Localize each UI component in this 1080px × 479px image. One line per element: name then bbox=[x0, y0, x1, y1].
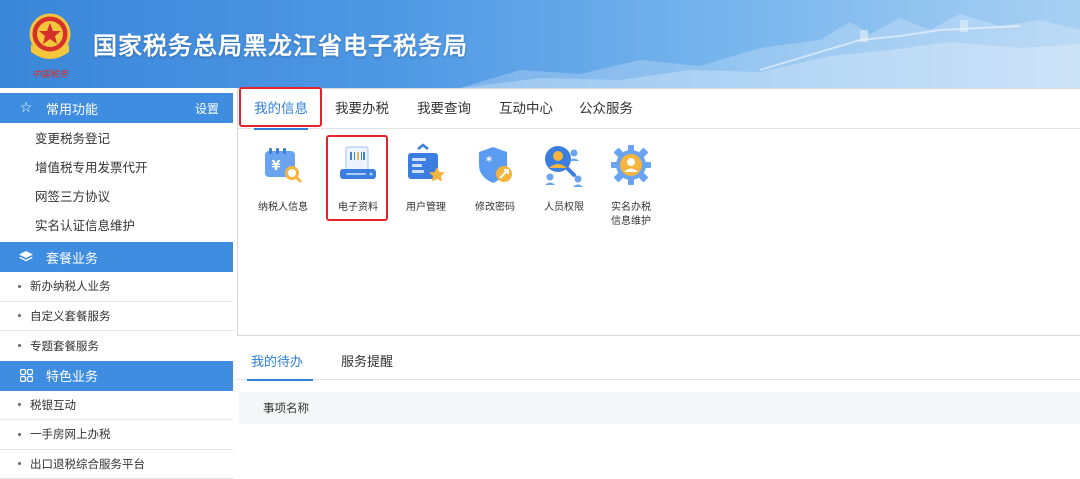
bullet-icon bbox=[18, 462, 21, 465]
taxpayer-info-icon: ¥ bbox=[259, 141, 307, 189]
app-label: 人员权限 bbox=[529, 201, 599, 215]
user-management-icon bbox=[402, 141, 450, 189]
app-user-management[interactable]: 用户管理 bbox=[391, 141, 461, 215]
sidebar-subitem[interactable]: 一手房网上办税 bbox=[0, 420, 233, 450]
layers-icon bbox=[16, 251, 36, 263]
app-label: 纳税人信息 bbox=[248, 201, 318, 215]
sidebar-item[interactable]: 网签三方协议 bbox=[0, 181, 233, 210]
realname-tax-info-icon bbox=[607, 141, 655, 189]
main-tabs: 我的信息 我要办税 我要查询 互动中心 公众服务 bbox=[238, 89, 1080, 129]
sidebar-item[interactable]: 增值税专用发票代开 bbox=[0, 152, 233, 181]
subitem-label: 出口退税综合服务平台 bbox=[30, 456, 145, 472]
settings-link[interactable]: 设置 bbox=[195, 100, 219, 117]
sidebar-item[interactable]: 实名认证信息维护 bbox=[0, 210, 233, 239]
tab-public-service[interactable]: 公众服务 bbox=[579, 89, 633, 129]
sidebar: ☆ 常用功能 设置 变更税务登记 增值税专用发票代开 网签三方协议 实名认证信息… bbox=[0, 93, 233, 474]
subitem-label: 新办纳税人业务 bbox=[30, 278, 111, 294]
section-title: 常用功能 bbox=[46, 99, 98, 118]
svg-text:中国税务: 中国税务 bbox=[32, 69, 69, 80]
sidebar-subitem[interactable]: 出口退税综合服务平台 bbox=[0, 450, 233, 479]
svg-text:*: * bbox=[486, 154, 493, 168]
section-title: 特色业务 bbox=[46, 366, 98, 385]
sidebar-subitem[interactable]: 自定义套餐服务 bbox=[0, 302, 233, 332]
sidebar-subitem[interactable]: 专题套餐服务 bbox=[0, 331, 233, 361]
app-label: 用户管理 bbox=[391, 201, 461, 215]
svg-text:¥: ¥ bbox=[271, 159, 280, 174]
personnel-permissions-icon bbox=[540, 141, 588, 189]
app-label: 修改密码 bbox=[460, 201, 530, 215]
sidebar-subitem[interactable]: 新办纳税人业务 bbox=[0, 272, 233, 302]
sidebar-item[interactable]: 变更税务登记 bbox=[0, 123, 233, 152]
bullet-icon bbox=[18, 403, 21, 406]
app-label: 实名办税信息维护 bbox=[609, 201, 653, 229]
highlight-box bbox=[326, 135, 388, 221]
app-personnel-permissions[interactable]: 人员权限 bbox=[529, 141, 599, 215]
tax-emblem-logo: 中国税务 bbox=[22, 8, 78, 80]
star-icon: ☆ bbox=[16, 100, 36, 116]
sidebar-subitem[interactable]: 税银互动 bbox=[0, 391, 233, 421]
main-panel: 我的信息 我要办税 我要查询 互动中心 公众服务 ¥ 纳税人信息 电子资料 bbox=[237, 88, 1080, 336]
table-header-item-name: 事项名称 bbox=[239, 392, 1080, 424]
change-password-icon: * bbox=[471, 141, 519, 189]
app-change-password[interactable]: * 修改密码 bbox=[460, 141, 530, 215]
bullet-icon bbox=[18, 285, 21, 288]
bullet-icon bbox=[18, 344, 21, 347]
subitem-label: 自定义套餐服务 bbox=[30, 308, 111, 324]
bullet-icon bbox=[18, 314, 21, 317]
bullet-icon bbox=[18, 433, 21, 436]
tab-interaction[interactable]: 互动中心 bbox=[499, 89, 553, 129]
app-taxpayer-info[interactable]: ¥ 纳税人信息 bbox=[248, 141, 318, 215]
app-realname-tax-info[interactable]: 实名办税信息维护 bbox=[596, 141, 666, 229]
sidebar-section-package[interactable]: 套餐业务 bbox=[0, 242, 233, 272]
subitem-label: 一手房网上办税 bbox=[30, 426, 111, 442]
header-banner: 中国税务 国家税务总局黑龙江省电子税务局 bbox=[0, 0, 1080, 88]
highlight-box bbox=[239, 87, 322, 127]
great-wall-background bbox=[460, 0, 1080, 88]
tab-my-todo[interactable]: 我的待办 bbox=[251, 345, 303, 380]
site-title: 国家税务总局黑龙江省电子税务局 bbox=[93, 26, 468, 61]
bottom-tabs: 我的待办 服务提醒 bbox=[237, 345, 1080, 380]
todo-panel: 我的待办 服务提醒 事项名称 bbox=[237, 345, 1080, 474]
tab-service-reminder[interactable]: 服务提醒 bbox=[341, 345, 393, 380]
tab-handle-tax[interactable]: 我要办税 bbox=[335, 89, 389, 129]
subitem-label: 税银互动 bbox=[30, 397, 76, 413]
section-title: 套餐业务 bbox=[46, 248, 98, 267]
grid-icon bbox=[16, 369, 36, 382]
tab-query[interactable]: 我要查询 bbox=[417, 89, 471, 129]
subitem-label: 专题套餐服务 bbox=[30, 338, 99, 354]
sidebar-section-common[interactable]: ☆ 常用功能 设置 bbox=[0, 93, 233, 123]
sidebar-section-special[interactable]: 特色业务 bbox=[0, 361, 233, 391]
